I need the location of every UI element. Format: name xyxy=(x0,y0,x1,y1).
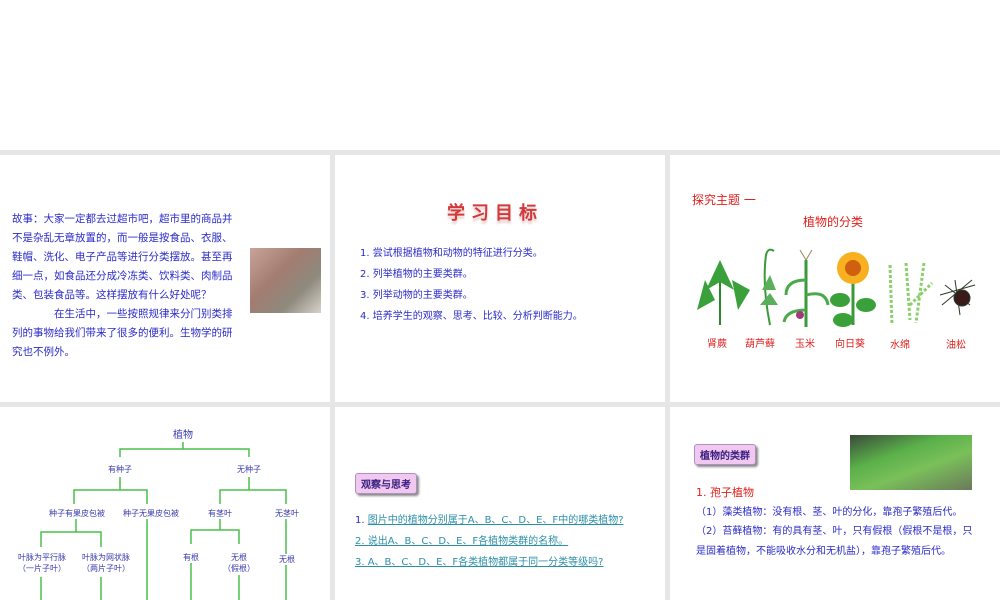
tree-node: 无种子 xyxy=(237,464,261,475)
story-paragraph: 在生活中，一些按照规律来分门别类排列的事物给我们带来了很多的便利。生物学的研究也… xyxy=(12,308,233,358)
section-heading: 1. 孢子植物 xyxy=(696,486,754,499)
slide-learning-goals[interactable]: 学习目标 1. 尝试根据植物和动物的特征进行分类。 2. 列举植物的主要类群。 … xyxy=(335,155,665,402)
question-link[interactable]: 2. 说出A、B、C、D、E、F各植物类群的名称。 xyxy=(355,536,568,547)
question-item[interactable]: 3. A、B、C、D、E、F各类植物都属于同一分类等级吗? xyxy=(355,552,624,573)
question-link[interactable]: 3. A、B、C、D、E、F各类植物都属于同一分类等级吗? xyxy=(355,557,603,568)
tree-node-label: （假根） xyxy=(223,564,255,573)
spirogyra-illustration xyxy=(888,262,934,326)
slide-title: 学习目标 xyxy=(447,203,543,224)
question-link[interactable]: 图片中的植物分别属于A、B、C、D、E、F中的哪类植物? xyxy=(368,515,624,526)
pine-illustration xyxy=(939,279,976,316)
tree-node: 无根 （假根） xyxy=(223,552,255,574)
tree-node: 种子无果皮包被 xyxy=(123,508,179,519)
tree-node-label: （一片子叶） xyxy=(18,564,66,573)
tree-node: 叶脉为平行脉 （一片子叶） xyxy=(18,552,66,574)
tree-node-root: 植物 xyxy=(173,430,193,441)
section-tag: 观察与思考 xyxy=(355,473,417,494)
tree-node-label: 叶脉为网状脉 xyxy=(82,553,130,562)
plant-groups-text: 1. 孢子植物 （1）藻类植物：没有根、茎、叶的分化，靠孢子繁殖后代。 （2）苔… xyxy=(696,483,981,561)
moss-illustration xyxy=(760,248,778,326)
story-text: 故事：大家一定都去过超市吧，超市里的商品并不是杂乱无章放置的，而一般是按食品、衣… xyxy=(12,210,237,362)
plant-label: 水绵 xyxy=(890,340,910,351)
question-list: 1. 图片中的植物分别属于A、B、C、D、E、F中的哪类植物? 2. 说出A、B… xyxy=(355,510,624,573)
fern-photo xyxy=(850,435,972,490)
plant-label: 玉米 xyxy=(795,339,815,350)
goal-item: 3. 列举动物的主要类群。 xyxy=(360,290,473,301)
goal-item: 4. 培养学生的观察、思考、比较、分析判断能力。 xyxy=(360,311,583,322)
tree-node: 有种子 xyxy=(108,464,132,475)
fern-illustration xyxy=(697,260,750,325)
plant-label: 葫芦藓 xyxy=(745,339,775,350)
question-number: 1. xyxy=(355,515,368,526)
slide-classification-tree[interactable]: 植物 有种子 无种子 种子有果皮包被 种子无果皮包被 有茎叶 无茎叶 叶脉为平行… xyxy=(0,407,330,600)
goal-item: 1. 尝试根据植物和动物的特征进行分类。 xyxy=(360,248,543,259)
tree-node: 无根 xyxy=(279,554,295,565)
tree-node: 有茎叶 xyxy=(208,508,232,519)
slide-observe-think[interactable]: 观察与思考 1. 图片中的植物分别属于A、B、C、D、E、F中的哪类植物? 2.… xyxy=(335,407,665,600)
corn-illustration xyxy=(782,249,830,327)
plant-label: 油松 xyxy=(946,340,966,351)
slide-plant-groups[interactable]: 植物的类群 1. 孢子植物 （1）藻类植物：没有根、茎、叶的分化，靠孢子繁殖后代… xyxy=(670,407,1000,600)
plant-label: 向日葵 xyxy=(835,339,865,350)
tree-node: 种子有果皮包被 xyxy=(49,508,105,519)
sunflower-illustration xyxy=(830,252,876,327)
blank-top-area xyxy=(0,0,1000,150)
paragraph: （1）藻类植物：没有根、茎、叶的分化，靠孢子繁殖后代。 xyxy=(696,506,963,518)
goals-list: 1. 尝试根据植物和动物的特征进行分类。 2. 列举植物的主要类群。 3. 列举… xyxy=(360,243,583,327)
tree-node: 叶脉为网状脉 （两片子叶） xyxy=(82,552,130,574)
plant-illustrations xyxy=(697,248,976,327)
question-item[interactable]: 2. 说出A、B、C、D、E、F各植物类群的名称。 xyxy=(355,531,624,552)
tree-node-label: 无根 xyxy=(231,553,247,562)
paragraph: （2）苔藓植物：有的具有茎、叶，只有假根（假根不是根，只是固着植物，不能吸收水分… xyxy=(696,526,973,557)
slide-plant-classification[interactable]: 探究主题 一 植物的分类 肾蕨 葫芦藓 玉米 向日葵 水绵 油松 xyxy=(670,155,1000,402)
goal-item: 2. 列举植物的主要类群。 xyxy=(360,269,473,280)
section-tag: 植物的类群 xyxy=(694,444,756,465)
slide-story[interactable]: 故事：大家一定都去过超市吧，超市里的商品并不是杂乱无章放置的，而一般是按食品、衣… xyxy=(0,155,330,402)
tree-node-label: （两片子叶） xyxy=(82,564,130,573)
tree-node-label: 叶脉为平行脉 xyxy=(18,553,66,562)
supermarket-photo xyxy=(250,248,321,313)
tree-node: 无茎叶 xyxy=(275,508,299,519)
plant-label: 肾蕨 xyxy=(707,339,727,350)
question-item[interactable]: 1. 图片中的植物分别属于A、B、C、D、E、F中的哪类植物? xyxy=(355,510,624,531)
tree-node: 有根 xyxy=(183,552,199,563)
story-paragraph: 故事：大家一定都去过超市吧，超市里的商品并不是杂乱无章放置的，而一般是按食品、衣… xyxy=(12,213,233,301)
